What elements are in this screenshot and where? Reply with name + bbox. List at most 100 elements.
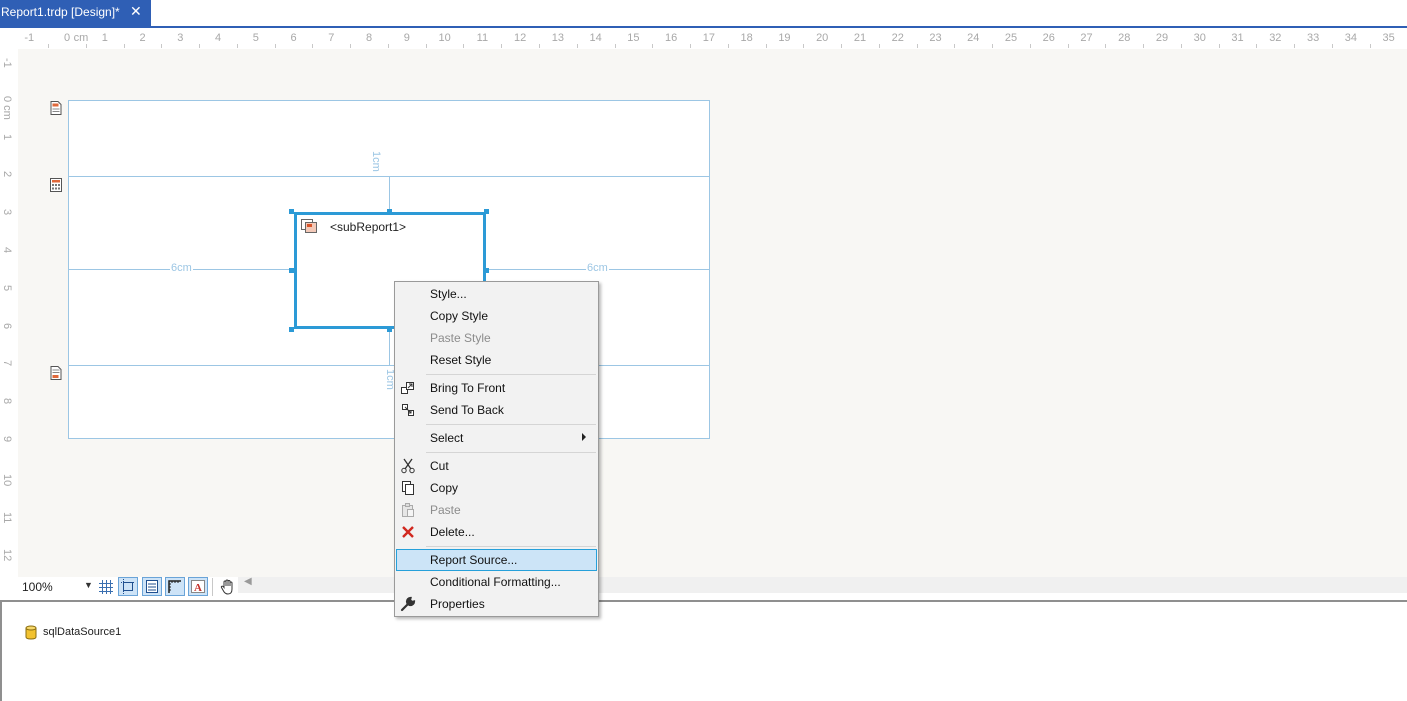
ruler-h-label: 21: [853, 32, 867, 44]
menu-item-cut[interactable]: Cut: [396, 455, 597, 477]
resize-handle[interactable]: [484, 268, 489, 273]
menu-item-bring-to-front[interactable]: Bring To Front: [396, 377, 597, 399]
ruler-h-tick: [690, 44, 692, 48]
dimensions-icon: [168, 580, 181, 593]
ruler-h-tick: [1218, 44, 1220, 48]
menu-item-label: Style...: [430, 287, 467, 301]
ruler-v-label: 12: [1, 549, 13, 562]
ruler-h-tick: [425, 44, 427, 48]
menu-item-reset-style[interactable]: Reset Style: [396, 349, 597, 371]
ruler-h-label: 14: [589, 32, 602, 44]
guide-right-label: 6cm: [586, 262, 609, 274]
resize-handle[interactable]: [289, 209, 294, 214]
ruler-h-label: 29: [1155, 32, 1169, 44]
ruler-h-tick: [123, 44, 125, 48]
ruler-h-tick: [199, 44, 201, 48]
ruler-h-tick: [1067, 44, 1069, 48]
ruler-h-tick: [161, 44, 163, 48]
menu-item-style[interactable]: Style...: [396, 283, 597, 305]
menu-item-label: Paste: [430, 503, 461, 517]
menu-item-paste[interactable]: Paste: [396, 499, 597, 521]
subreport-label: <subReport1>: [330, 220, 407, 234]
ruler-v-label: 11: [1, 511, 13, 524]
zoom-value: 100%: [22, 580, 53, 594]
guide-bottom-line: [389, 329, 390, 365]
ruler-v-label: 4: [1, 247, 13, 254]
menu-item-conditional-formatting[interactable]: Conditional Formatting...: [396, 571, 597, 593]
ruler-h-label: 9: [403, 32, 410, 44]
page-header-icon[interactable]: [50, 101, 62, 115]
ruler-h-label: 34: [1344, 32, 1357, 44]
ruler-h-label: 30: [1193, 32, 1206, 44]
paste-icon: [402, 503, 414, 517]
dimensions-button[interactable]: [165, 577, 185, 596]
menu-item-delete[interactable]: Delete...: [396, 521, 597, 543]
menu-separator: [426, 546, 596, 547]
ruler-v-label: 2: [1, 171, 13, 178]
ruler-h-tick: [916, 44, 918, 48]
ruler-h-tick: [1369, 44, 1371, 48]
ruler-h-tick: [236, 44, 238, 48]
ruler-h-tick: [765, 44, 767, 48]
snap-to-bands-button[interactable]: [142, 577, 162, 596]
menu-item-properties[interactable]: Properties: [396, 593, 597, 615]
menu-item-label: Properties: [430, 597, 485, 611]
ruler-h-label: 24: [967, 32, 980, 44]
document-tab-strip: [0, 0, 1407, 26]
menu-item-copy-style[interactable]: Copy Style: [396, 305, 597, 327]
ruler-unit-label: cm: [73, 32, 89, 44]
snap-to-grid-button[interactable]: [118, 577, 138, 596]
scroll-left-icon[interactable]: ◀: [244, 576, 252, 587]
ruler-h-label: 23: [929, 32, 942, 44]
menu-item-paste-style[interactable]: Paste Style: [396, 327, 597, 349]
tab-report1-design[interactable]: Report1.trdp [Design]* ✕: [0, 0, 151, 26]
report-body-icon[interactable]: [50, 178, 62, 192]
bring-to-front-icon: [401, 382, 414, 394]
ruler-h-label: 12: [513, 32, 527, 44]
menu-item-label: Conditional Formatting...: [430, 575, 561, 589]
ruler-h-label: 11: [476, 32, 489, 44]
ruler-h-label: 7: [328, 32, 335, 44]
ruler-h-label: 17: [702, 32, 716, 44]
resize-handle[interactable]: [289, 327, 294, 332]
page-footer-icon[interactable]: [50, 366, 62, 380]
ruler-h-label: 18: [740, 32, 753, 44]
resize-handle[interactable]: [387, 327, 392, 332]
ruler-h-tick: [85, 44, 87, 48]
text-style-button[interactable]: A: [188, 577, 208, 596]
datasource-label[interactable]: sqlDataSource1: [43, 626, 121, 638]
section-divider-footer[interactable]: [68, 365, 710, 366]
menu-item-select[interactable]: Select: [396, 427, 597, 449]
menu-separator: [426, 452, 596, 453]
database-icon[interactable]: [25, 625, 37, 640]
grid-icon[interactable]: [98, 579, 114, 595]
pan-hand-icon[interactable]: [219, 578, 237, 596]
menu-item-send-to-back[interactable]: Send To Back: [396, 399, 597, 421]
properties-icon: [400, 596, 416, 612]
ruler-h-tick: [1294, 44, 1296, 48]
chevron-down-icon[interactable]: ▼: [84, 580, 93, 590]
guide-top-line: [389, 176, 390, 212]
ruler-h-tick: [539, 44, 540, 48]
guide-left-label: 6cm: [170, 262, 193, 274]
ruler-h-label: 5: [252, 32, 259, 44]
menu-item-label: Paste Style: [430, 331, 491, 345]
delete-icon: [402, 526, 414, 538]
guide-top-label: 1cm: [370, 151, 382, 172]
menu-item-copy[interactable]: Copy: [396, 477, 597, 499]
ruler-h-tick: [992, 44, 994, 48]
close-icon[interactable]: ✕: [130, 3, 142, 20]
resize-handle[interactable]: [484, 209, 489, 214]
resize-handle[interactable]: [289, 268, 294, 273]
menu-item-label: Bring To Front: [430, 381, 506, 395]
component-tray: [0, 600, 1407, 701]
tray-border: [0, 602, 2, 701]
ruler-h-label: 2: [139, 32, 146, 44]
ruler-h-tick: [803, 44, 805, 48]
ruler-h-tick: [463, 44, 465, 48]
ruler-v-label: 3: [1, 209, 13, 216]
menu-item-report-source[interactable]: Report Source...: [396, 549, 597, 571]
ruler-h-label: 15: [627, 32, 640, 44]
resize-handle[interactable]: [387, 209, 392, 214]
ruler-h-label: 19: [778, 32, 791, 44]
